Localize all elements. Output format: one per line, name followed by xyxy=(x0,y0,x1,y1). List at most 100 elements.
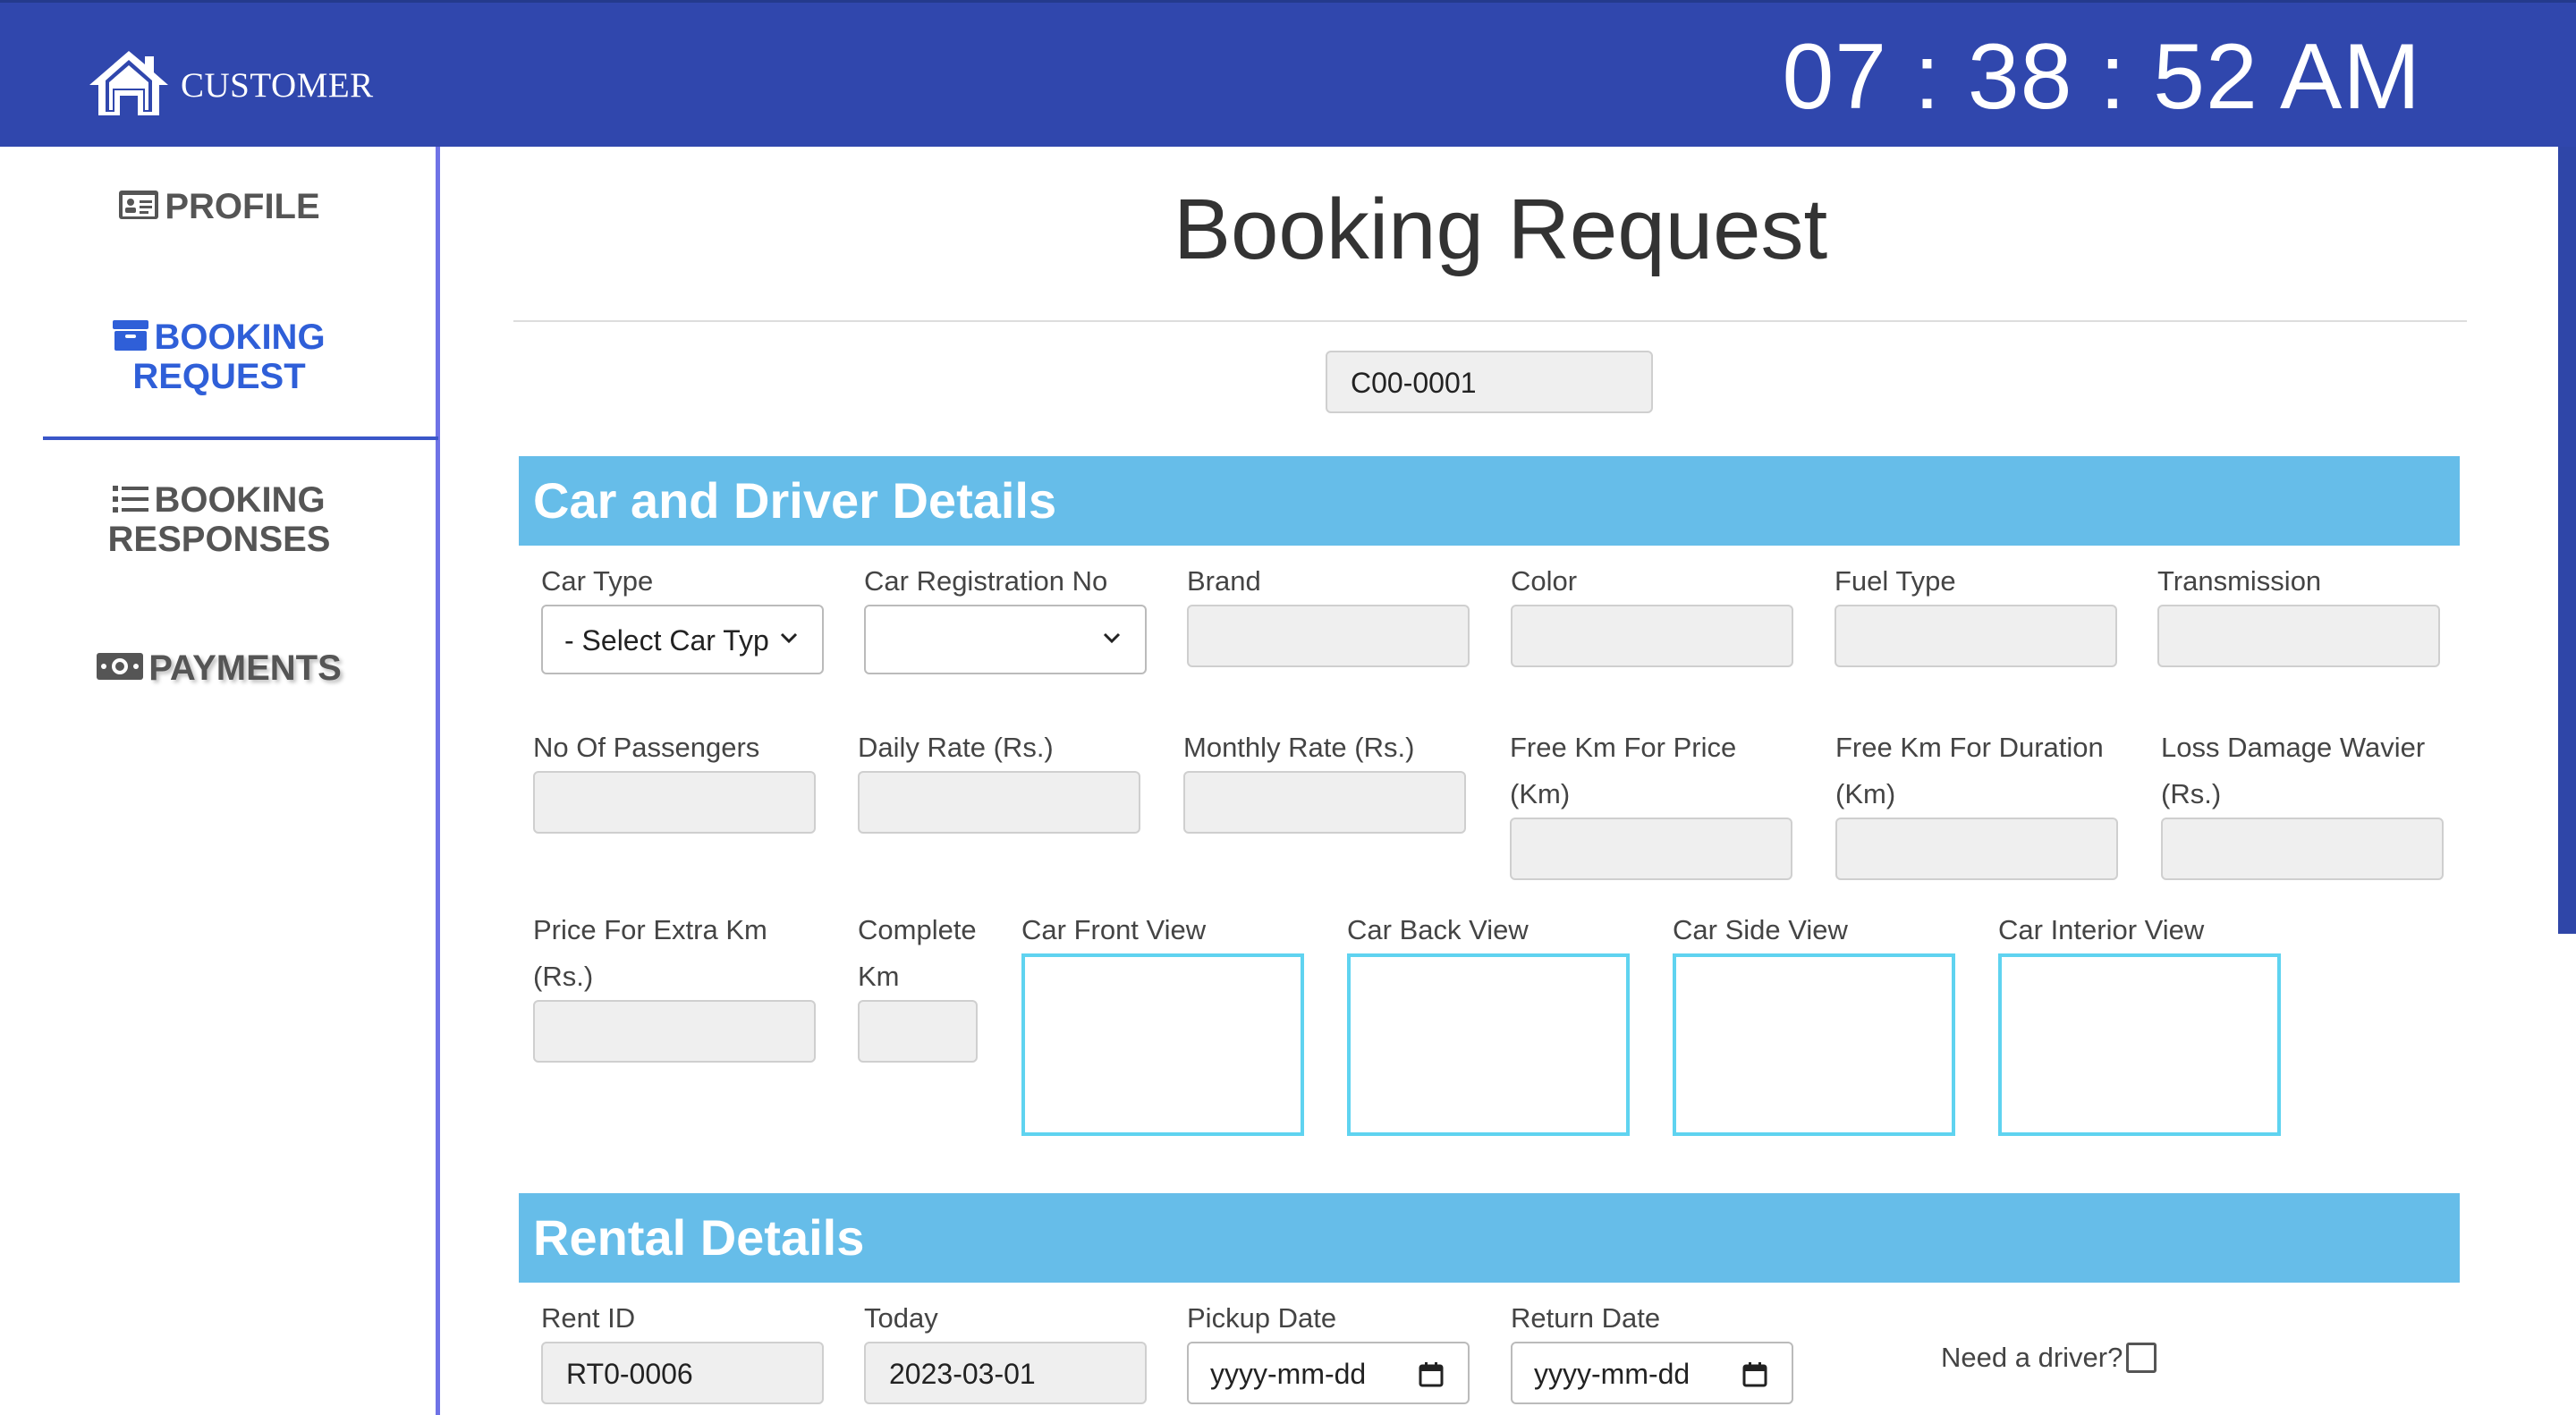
complete-km-field: Complete Km xyxy=(858,907,978,1063)
return-date-field: Return Date yyyy-mm-dd xyxy=(1511,1295,1793,1404)
home-icon xyxy=(88,49,170,122)
transmission-input[interactable] xyxy=(2157,605,2440,667)
ldw-label: Loss Damage Wavier (Rs.) xyxy=(2161,732,2426,809)
pickup-date-field: Pickup Date yyyy-mm-dd xyxy=(1187,1295,1470,1404)
fuel-type-label: Fuel Type xyxy=(1835,565,1956,597)
back-view-image[interactable] xyxy=(1347,953,1630,1136)
calendar-icon[interactable] xyxy=(1741,1361,1768,1388)
sidebar-item-label-line2: REQUEST xyxy=(132,357,306,397)
side-view-label: Car Side View xyxy=(1673,914,1848,945)
sidebar-item-label: BOOKING xyxy=(154,318,326,357)
transmission-label: Transmission xyxy=(2157,565,2322,597)
chevron-down-icon xyxy=(780,632,798,644)
need-driver-field: Need a driver? xyxy=(1941,1342,2157,1374)
fuel-type-field: Fuel Type xyxy=(1835,558,2117,667)
return-date-label: Return Date xyxy=(1511,1302,1661,1334)
back-view-field: Car Back View xyxy=(1347,907,1630,1136)
free-km-price-label: Free Km For Price (Km) xyxy=(1510,732,1737,809)
color-label: Color xyxy=(1511,565,1578,597)
need-driver-checkbox[interactable] xyxy=(2126,1343,2157,1373)
rent-id-field: Rent ID RT0-0006 xyxy=(541,1295,824,1404)
brand-label: Brand xyxy=(1187,565,1261,597)
passengers-field: No Of Passengers xyxy=(533,724,816,834)
monthly-rate-label: Monthly Rate (Rs.) xyxy=(1183,732,1415,763)
daily-rate-label: Daily Rate (Rs.) xyxy=(858,732,1054,763)
complete-km-input[interactable] xyxy=(858,1000,978,1063)
car-driver-section-header: Car and Driver Details xyxy=(519,456,2460,546)
today-label: Today xyxy=(864,1302,938,1334)
page-title: Booking Request xyxy=(1174,182,1828,277)
pickup-date-placeholder: yyyy-mm-dd xyxy=(1210,1358,1367,1390)
return-date-input[interactable]: yyyy-mm-dd xyxy=(1511,1342,1793,1404)
extra-km-field: Price For Extra Km (Rs.) xyxy=(533,907,816,1063)
sidebar-item-payments[interactable]: PAYMENTS xyxy=(0,649,438,689)
free-km-duration-input[interactable] xyxy=(1835,818,2118,880)
pickup-date-input[interactable]: yyyy-mm-dd xyxy=(1187,1342,1470,1404)
complete-km-label: Complete Km xyxy=(858,914,977,992)
chevron-down-icon xyxy=(1103,632,1121,644)
extra-km-label: Price For Extra Km (Rs.) xyxy=(533,914,767,992)
sidebar: PROFILE BOOKING REQUEST BOOKING RESPONSE… xyxy=(0,147,440,1415)
car-reg-select[interactable] xyxy=(864,605,1147,674)
id-card-icon xyxy=(118,190,159,227)
rent-id-input[interactable]: RT0-0006 xyxy=(541,1342,824,1404)
sidebar-item-label-line2: RESPONSES xyxy=(107,520,331,560)
rental-section-header: Rental Details xyxy=(519,1193,2460,1283)
rent-id-label: Rent ID xyxy=(541,1302,636,1334)
car-type-value: - Select Car Typ xyxy=(564,624,769,657)
extra-km-input[interactable] xyxy=(533,1000,816,1063)
car-type-select[interactable]: - Select Car Typ xyxy=(541,605,824,674)
brand-field: Brand xyxy=(1187,558,1470,667)
color-input[interactable] xyxy=(1511,605,1793,667)
ldw-input[interactable] xyxy=(2161,818,2444,880)
today-input[interactable]: 2023-03-01 xyxy=(864,1342,1147,1404)
money-icon xyxy=(97,651,144,689)
sidebar-item-label: PROFILE xyxy=(165,187,320,226)
free-km-duration-field: Free Km For Duration (Km) xyxy=(1835,724,2118,880)
calendar-icon[interactable] xyxy=(1418,1361,1445,1388)
ldw-field: Loss Damage Wavier (Rs.) xyxy=(2161,724,2444,880)
list-icon xyxy=(113,483,149,521)
front-view-image[interactable] xyxy=(1021,953,1304,1136)
side-view-image[interactable] xyxy=(1673,953,1955,1136)
side-view-field: Car Side View xyxy=(1673,907,1955,1136)
sidebar-item-booking-request[interactable]: BOOKING REQUEST xyxy=(0,318,438,395)
daily-rate-field: Daily Rate (Rs.) xyxy=(858,724,1140,834)
brand-input[interactable] xyxy=(1187,605,1470,667)
sidebar-item-label: PAYMENTS xyxy=(148,648,342,688)
free-km-price-field: Free Km For Price (Km) xyxy=(1510,724,1792,880)
daily-rate-input[interactable] xyxy=(858,771,1140,834)
scrollbar-thumb[interactable] xyxy=(2558,147,2576,934)
passengers-input[interactable] xyxy=(533,771,816,834)
free-km-duration-label: Free Km For Duration (Km) xyxy=(1835,732,2104,809)
fuel-type-input[interactable] xyxy=(1835,605,2117,667)
car-type-field: Car Type - Select Car Typ xyxy=(541,558,824,674)
today-field: Today 2023-03-01 xyxy=(864,1295,1147,1404)
interior-view-image[interactable] xyxy=(1998,953,2281,1136)
car-reg-field: Car Registration No xyxy=(864,558,1147,674)
passengers-label: No Of Passengers xyxy=(533,732,760,763)
sidebar-item-booking-responses[interactable]: BOOKING RESPONSES xyxy=(0,481,438,558)
free-km-price-input[interactable] xyxy=(1510,818,1792,880)
pickup-date-label: Pickup Date xyxy=(1187,1302,1337,1334)
need-driver-label: Need a driver? xyxy=(1941,1342,2123,1373)
monthly-rate-input[interactable] xyxy=(1183,771,1466,834)
customer-id-field[interactable]: C00-0001 xyxy=(1326,351,1653,413)
clock: 07 : 38 : 52 AM xyxy=(1782,25,2421,129)
archive-box-icon xyxy=(113,320,149,358)
home-link[interactable]: CUSTOMER xyxy=(88,49,374,122)
interior-view-label: Car Interior View xyxy=(1998,914,2205,945)
top-bar: CUSTOMER 07 : 38 : 52 AM xyxy=(0,0,2576,147)
sidebar-item-profile[interactable]: PROFILE xyxy=(0,188,438,227)
active-indicator xyxy=(43,436,438,440)
front-view-field: Car Front View xyxy=(1021,907,1304,1136)
car-reg-label: Car Registration No xyxy=(864,565,1108,597)
color-field: Color xyxy=(1511,558,1793,667)
brand-label: CUSTOMER xyxy=(181,66,374,105)
transmission-field: Transmission xyxy=(2157,558,2440,667)
sidebar-item-label: BOOKING xyxy=(154,480,326,520)
back-view-label: Car Back View xyxy=(1347,914,1529,945)
title-divider xyxy=(513,320,2467,322)
car-type-label: Car Type xyxy=(541,565,654,597)
interior-view-field: Car Interior View xyxy=(1998,907,2281,1136)
